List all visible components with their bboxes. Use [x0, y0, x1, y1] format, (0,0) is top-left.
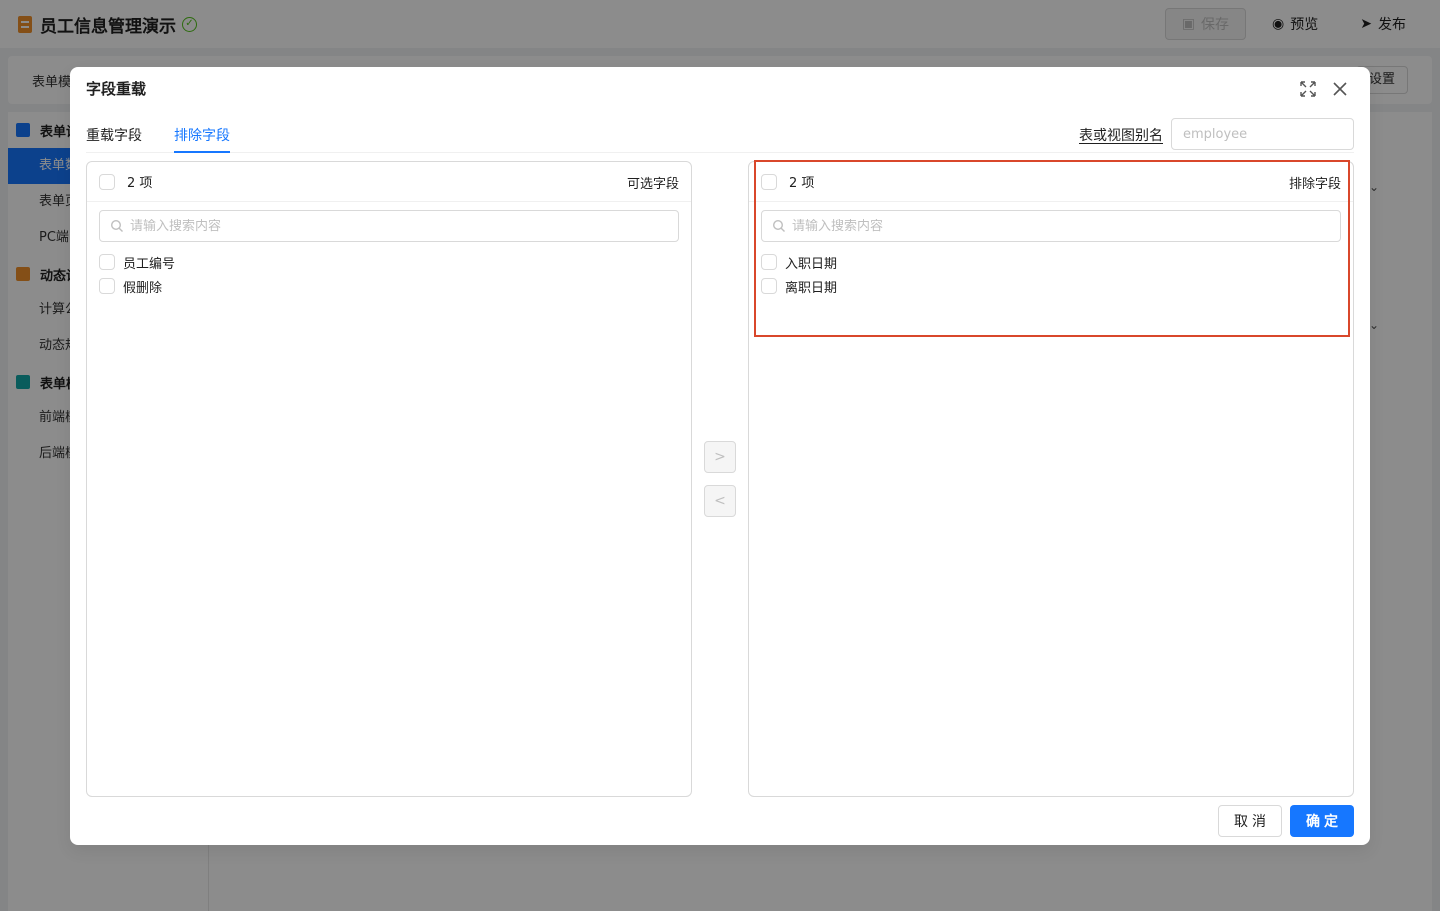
item-label: 假删除 [123, 280, 163, 296]
excluded-fields-panel: 2 项 排除字段 入职日期 离职日期 [748, 161, 1354, 797]
item-checkbox[interactable] [761, 278, 777, 294]
close-icon[interactable] [1330, 79, 1350, 99]
tab-exclude-fields[interactable]: 排除字段 [174, 125, 230, 145]
move-right-button[interactable]: > [704, 441, 736, 473]
item-label: 员工编号 [123, 256, 176, 272]
alias-input[interactable] [1171, 118, 1354, 150]
cancel-button[interactable]: 取消 [1218, 805, 1282, 837]
alias-label: 表或视图别名 [1079, 128, 1163, 144]
tab-active-indicator [174, 151, 230, 153]
item-count: 2 项 [127, 176, 153, 191]
select-all-checkbox[interactable] [99, 173, 115, 190]
panel-header: 2 项 排除字段 [749, 162, 1353, 202]
item-count: 2 项 [789, 176, 815, 191]
search-input[interactable] [792, 218, 1330, 234]
list-item[interactable]: 离职日期 [749, 274, 1353, 298]
item-checkbox[interactable] [99, 254, 115, 270]
list-item[interactable]: 入职日期 [749, 250, 1353, 274]
dialog-title: 字段重载 [86, 80, 147, 98]
tab-override-fields[interactable]: 重载字段 [86, 125, 142, 145]
tab-bar: 重载字段 排除字段 [86, 117, 1354, 153]
item-label: 入职日期 [785, 256, 838, 272]
item-label: 离职日期 [785, 280, 838, 296]
search-box [761, 210, 1341, 242]
field-list: 员工编号 假删除 [87, 250, 691, 298]
expand-icon[interactable] [1299, 80, 1317, 98]
search-box [99, 210, 679, 242]
move-left-button[interactable]: < [704, 485, 736, 517]
list-item[interactable]: 员工编号 [87, 250, 691, 274]
search-icon [110, 219, 123, 232]
field-list: 入职日期 离职日期 [749, 250, 1353, 298]
list-item[interactable]: 假删除 [87, 274, 691, 298]
select-all-checkbox[interactable] [761, 173, 777, 190]
item-checkbox[interactable] [99, 278, 115, 294]
available-fields-panel: 2 项 可选字段 员工编号 假删除 [86, 161, 692, 797]
field-override-dialog: 字段重载 重载字段 排除字段 表或视图别名 2 项 可选字段 员工编号 [70, 67, 1370, 845]
item-checkbox[interactable] [761, 254, 777, 270]
panel-header: 2 项 可选字段 [87, 162, 691, 202]
search-input[interactable] [130, 218, 668, 234]
search-icon [772, 219, 785, 232]
panel-title: 可选字段 [626, 177, 679, 192]
confirm-button[interactable]: 确定 [1290, 805, 1354, 837]
panel-title: 排除字段 [1288, 177, 1341, 192]
